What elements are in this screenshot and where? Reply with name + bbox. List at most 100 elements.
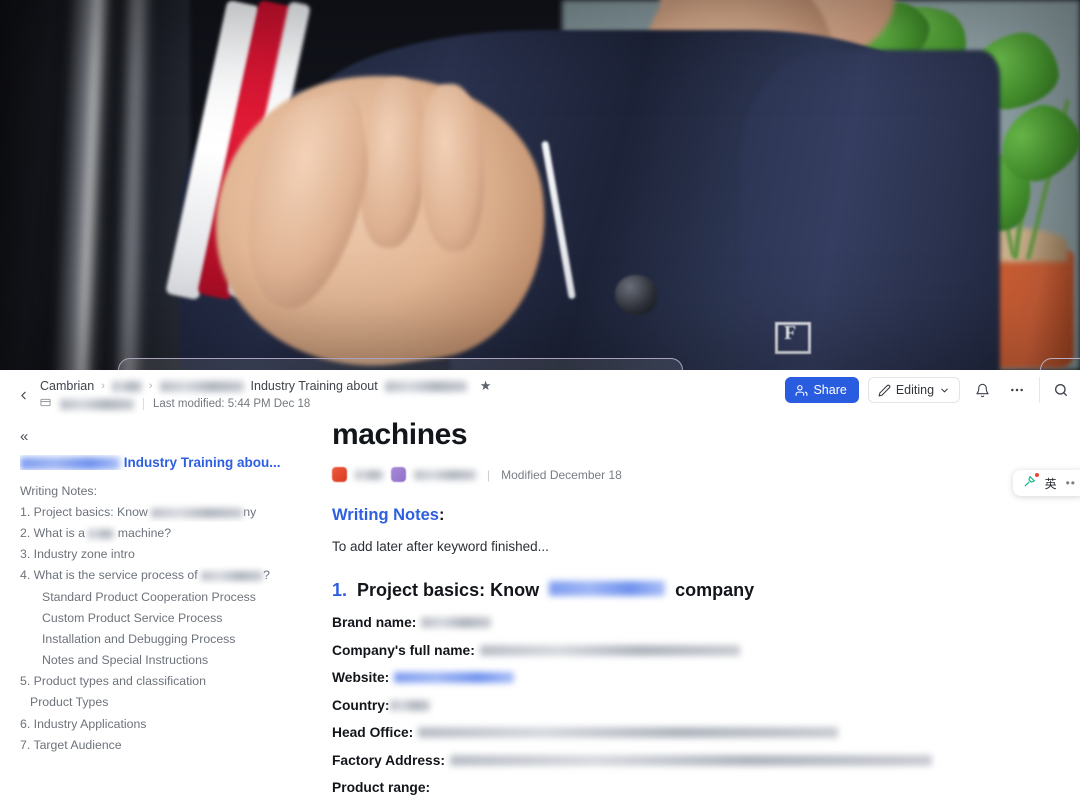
document-body: « Industry Training abou... Writing Note… [0, 418, 1080, 810]
section-title-after: company [675, 580, 755, 600]
field-website[interactable]: Website: [332, 670, 1060, 685]
editing-label: Editing [895, 383, 935, 397]
outline-item-redacted [201, 571, 264, 582]
bell-icon [975, 383, 989, 397]
field-factory-address[interactable]: Factory Address: [332, 753, 1060, 768]
field-brand-name[interactable]: Brand name: [332, 615, 1060, 630]
outline-item-3[interactable]: 3. Industry zone intro [12, 544, 306, 565]
field-product-range[interactable]: Product range: [332, 780, 1060, 795]
breadcrumb: Cambrian › › Industry Training about ★ [40, 378, 491, 394]
chevron-left-icon [20, 391, 26, 399]
favorite-star-icon[interactable]: ★ [480, 378, 492, 394]
notifications-button[interactable] [969, 377, 995, 403]
outline-title-redacted [20, 456, 120, 470]
last-modified-text: Last modified: 5:44 PM Dec 18 [153, 398, 311, 410]
outline-item-label: 1. Project basics: Know [20, 504, 148, 519]
field-country[interactable]: Country: [332, 698, 1060, 713]
outline-item-custom-process[interactable]: Custom Product Service Process [12, 607, 306, 628]
document-icon [40, 397, 51, 411]
ime-language-label[interactable]: 英 [1045, 475, 1057, 492]
writing-notes-heading[interactable]: Writing Notes: [332, 506, 1060, 525]
topbar-actions: Share Editing + [785, 377, 1080, 403]
fila-logo-badge [775, 322, 811, 354]
breadcrumb-item-redacted[interactable] [111, 380, 142, 392]
more-options-button[interactable] [1004, 377, 1030, 403]
outline-item-5[interactable]: 5. Product types and classification [12, 671, 306, 692]
outline-item-redacted [151, 507, 244, 518]
search-button[interactable] [1048, 377, 1074, 403]
search-area: + [1039, 377, 1080, 403]
background-window-edge-right [1040, 358, 1080, 370]
video-feed [0, 0, 1080, 370]
outline-item-label: 4. What is the service process of [20, 568, 198, 583]
field-label: Product range: [332, 780, 431, 795]
divider: | [487, 467, 491, 482]
collapse-sidebar-icon[interactable]: « [20, 428, 28, 445]
outline-item-label: 2. What is a [20, 525, 85, 540]
outline-item-tail: ? [263, 568, 270, 583]
author-name-redacted [414, 469, 476, 480]
breadcrumb-root[interactable]: Cambrian [40, 379, 94, 393]
avatar[interactable] [391, 467, 406, 482]
field-value-redacted [449, 754, 932, 766]
field-label: Website: [332, 670, 390, 685]
writing-notes-text: Writing Notes [332, 506, 439, 524]
page-title[interactable]: machines [332, 418, 1060, 451]
breadcrumb-separator: › [101, 380, 105, 392]
outline-item-1[interactable]: 1. Project basics: Know ny [12, 501, 306, 522]
ellipsis-icon [1011, 388, 1023, 392]
breadcrumb-title-redacted [384, 380, 467, 392]
field-value-redacted [479, 644, 740, 656]
outline-sidebar: « Industry Training abou... Writing Note… [0, 418, 318, 810]
field-label: Company's full name [332, 642, 471, 658]
breadcrumb-separator: › [148, 380, 153, 392]
pencil-icon [878, 384, 891, 396]
field-label-suffix: : [470, 642, 475, 658]
field-label: Brand name: [332, 615, 417, 630]
divider [143, 398, 144, 410]
field-value-redacted [421, 617, 492, 628]
writing-notes-body[interactable]: To add later after keyword finished... [332, 539, 1060, 554]
modified-date: Modified December 18 [501, 467, 622, 482]
outline-item-6[interactable]: 6. Industry Applications [12, 713, 306, 734]
chevron-down-icon [941, 388, 948, 392]
field-label: Factory Address: [332, 752, 445, 768]
document-submeta: Last modified: 5:44 PM Dec 18 [40, 397, 310, 411]
outline-item-product-types[interactable]: Product Types [12, 692, 306, 713]
section-number: 1. [332, 580, 348, 600]
outline-item-writing-notes[interactable]: Writing Notes: [12, 480, 306, 501]
field-label: Head Office: [332, 725, 414, 740]
outline-title[interactable]: Industry Training abou... [20, 455, 306, 470]
back-button[interactable] [12, 384, 34, 406]
section-title-before: Project basics: Know [357, 580, 540, 600]
field-company-full-name[interactable]: Company's full name: [332, 643, 1060, 658]
outline-item-redacted [88, 528, 115, 539]
avatar[interactable] [332, 467, 347, 482]
field-head-office[interactable]: Head Office: [332, 725, 1060, 740]
field-value-redacted [390, 699, 431, 711]
document-editor-app: Cambrian › › Industry Training about ★ L… [0, 370, 1080, 810]
document-metadata: | Modified December 18 [332, 467, 1060, 482]
writing-notes-colon: : [438, 506, 445, 524]
outline-item-standard-process[interactable]: Standard Product Cooperation Process [12, 586, 306, 607]
section-1-heading[interactable]: 1. Project basics: Know company [332, 580, 1060, 601]
share-button[interactable]: Share [785, 377, 859, 403]
document-location-redacted[interactable] [60, 398, 134, 410]
ime-floating-toolbar[interactable]: 英 •• [1012, 470, 1080, 496]
field-value-redacted-link[interactable] [394, 672, 515, 683]
section-title-redacted [549, 581, 666, 596]
earbud-clip [615, 275, 657, 315]
outline-item-7[interactable]: 7. Target Audience [12, 734, 306, 755]
ime-more-icon[interactable]: •• [1066, 476, 1076, 490]
outline-item-2[interactable]: 2. What is a machine? [12, 522, 306, 543]
outline-item-4[interactable]: 4. What is the service process of ? [12, 565, 306, 586]
breadcrumb-item-redacted[interactable] [159, 380, 244, 392]
outline-item-install-process[interactable]: Installation and Debugging Process [12, 628, 306, 649]
editing-mode-dropdown[interactable]: Editing [867, 377, 961, 403]
people-icon [796, 384, 808, 396]
field-label: Country: [332, 697, 390, 713]
outline-item-notes-instructions[interactable]: Notes and Special Instructions [12, 650, 306, 671]
pen-tool-icon[interactable] [1023, 473, 1039, 491]
breadcrumb-title[interactable]: Industry Training about [251, 379, 378, 393]
background-window-edge [118, 358, 683, 370]
